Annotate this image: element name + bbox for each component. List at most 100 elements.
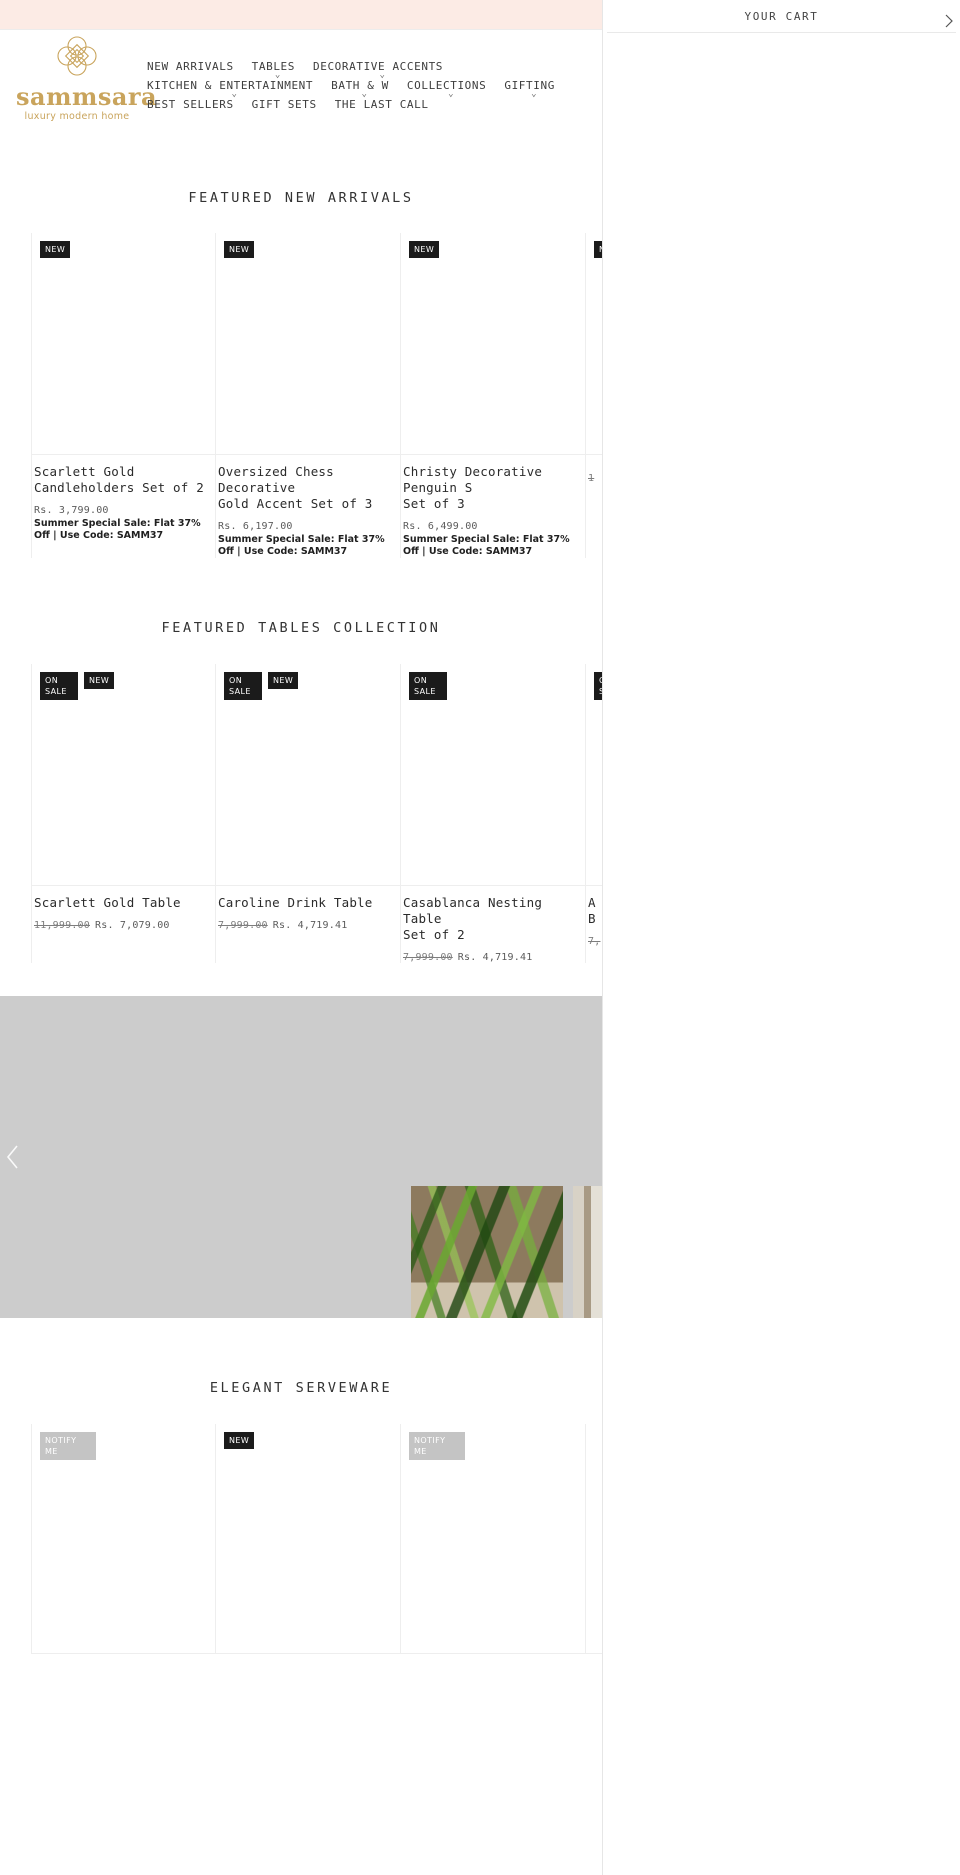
section-featured-tables-collection: FEATURED TABLES COLLECTION ON SALE NEW S… <box>0 620 771 963</box>
product-price: 11,999.00 Rs. 7,079.00 <box>34 920 213 931</box>
badge-new: NEW <box>84 672 115 689</box>
product-info: Caroline Drink Table 7,999.00 Rs. 4,719.4… <box>216 886 400 931</box>
nav-row: NEW ARRIVALS TABLES ⌄ DECORATIVE ACCENTS ⌄… <box>147 57 617 114</box>
product-card[interactable]: NOTIFY ME <box>401 1424 586 1654</box>
product-card[interactable]: NEW <box>216 1424 401 1654</box>
cart-close-button[interactable] <box>944 14 954 31</box>
chevron-left-icon <box>6 1145 18 1169</box>
badge-group: NEW <box>40 241 71 258</box>
nav-label: THE LAST CALL <box>334 98 429 111</box>
nav-item-kitchen-entertainment[interactable]: KITCHEN & ENTERTAINMENT ⌄ <box>147 76 322 99</box>
brand-logo-link[interactable]: sammsara luxury modern home <box>16 34 158 122</box>
section-featured-new-arrivals: FEATURED NEW ARRIVALS NEW Scarlett Gold … <box>0 190 771 558</box>
product-card[interactable]: ON SALE NEW Scarlett Gold Table 11,999.0… <box>31 664 216 963</box>
product-promo: Summer Special Sale: Flat 37% Off | Use … <box>34 518 201 541</box>
badge-new: NEW <box>224 241 255 258</box>
brand-wordmark: sammsara <box>16 82 158 111</box>
product-compare-price: 1 <box>588 473 595 484</box>
product-title[interactable]: Casablanca Nesting Table Set of 2 <box>403 895 583 943</box>
badge-notify-me: NOTIFY ME <box>409 1432 465 1460</box>
product-price: 7,999.00 Rs. 4,719.41 <box>403 952 583 963</box>
nav-label: DECORATIVE ACCENTS <box>313 60 444 73</box>
nav-item-best-sellers[interactable]: BEST SELLERS <box>147 95 243 114</box>
badge-group: NEW <box>224 241 255 258</box>
product-image[interactable]: ON SALE <box>401 664 585 886</box>
product-image[interactable]: ON SALE NEW <box>32 664 215 886</box>
promo-carousel[interactable] <box>0 996 602 1318</box>
product-price: Rs. 3,799.00 <box>34 505 109 516</box>
chevron-right-icon <box>945 14 953 28</box>
nav-label: NEW ARRIVALS <box>147 60 234 73</box>
badge-group: NOTIFY ME <box>40 1432 96 1460</box>
nav-item-the-last-call[interactable]: THE LAST CALL <box>335 95 438 114</box>
badge-group: NOTIFY ME <box>409 1432 465 1460</box>
nav-item-decorative-accents[interactable]: DECORATIVE ACCENTS ⌄ <box>313 57 452 80</box>
badge-new: NEW <box>268 672 299 689</box>
product-compare-price: 11,999.00 <box>34 920 90 931</box>
nav-label: GIFTING <box>504 79 555 92</box>
product-info: Scarlett Gold Table 11,999.00 Rs. 7,079.0… <box>32 886 215 931</box>
product-image[interactable]: NOTIFY ME <box>401 1424 585 1654</box>
product-title[interactable]: Christy Decorative Penguin S Set of 3 <box>403 464 583 512</box>
nav-label: BEST SELLERS <box>147 98 234 111</box>
cart-header: YOUR CART <box>603 0 960 32</box>
product-image[interactable]: NEW <box>401 233 585 455</box>
product-card[interactable]: NOTIFY ME <box>31 1424 216 1654</box>
product-card[interactable]: NEW Oversized Chess Decorative Gold Acce… <box>216 233 401 558</box>
cart-drawer: YOUR CART <box>602 0 960 1875</box>
section-title: FEATURED TABLES COLLECTION <box>161 620 441 636</box>
palm-fronds-image <box>411 1186 563 1318</box>
chevron-down-icon: ⌄ <box>531 89 538 99</box>
nav-item-gift-sets[interactable]: GIFT SETS <box>252 95 326 114</box>
badge-group: ON SALE NEW <box>224 672 299 700</box>
product-compare-price: 7,999.00 <box>403 952 453 963</box>
product-promo: Summer Special Sale: Flat 37% Off | Use … <box>403 534 570 557</box>
product-image[interactable]: ON SALE NEW <box>216 664 400 886</box>
product-sale-price: Rs. 4,719.41 <box>457 952 533 963</box>
nav-item-tables[interactable]: TABLES ⌄ <box>251 57 304 80</box>
product-info: Scarlett Gold Candleholders Set of 2 Rs.… <box>32 455 215 542</box>
badge-new: NEW <box>409 241 440 258</box>
product-info: Oversized Chess Decorative Gold Accent S… <box>216 455 400 558</box>
product-card[interactable]: NEW Scarlett Gold Candleholders Set of 2… <box>31 233 216 558</box>
nav-item-collections[interactable]: COLLECTIONS ⌄ <box>406 76 495 99</box>
section-title: FEATURED NEW ARRIVALS <box>188 190 414 206</box>
section-title: ELEGANT SERVEWARE <box>209 1380 393 1396</box>
carousel-prev-button[interactable] <box>2 1142 24 1172</box>
section-elegant-serveware: ELEGANT SERVEWARE NOTIFY ME NEW NOTIFY M… <box>0 1380 771 1654</box>
product-sale-price: Rs. 7,079.00 <box>95 920 170 931</box>
cart-title: YOUR CART <box>744 9 819 23</box>
nav-item-new-arrivals[interactable]: NEW ARRIVALS <box>147 57 243 76</box>
cart-divider <box>607 32 956 33</box>
product-title[interactable]: Caroline Drink Table <box>218 895 398 911</box>
nav-item-bath-wellness[interactable]: BATH & W ⌄ <box>331 76 398 99</box>
product-card[interactable]: ON SALE Casablanca Nesting Table Set of … <box>401 664 586 963</box>
product-image[interactable]: NOTIFY ME <box>32 1424 215 1654</box>
product-title[interactable]: Scarlett Gold Table <box>34 895 213 911</box>
product-image[interactable]: NEW <box>32 233 215 455</box>
product-compare-price: 7,999.00 <box>218 920 268 931</box>
product-price: Rs. 6,197.00 <box>218 521 293 532</box>
product-title[interactable]: Oversized Chess Decorative Gold Accent S… <box>218 464 398 512</box>
chevron-down-icon: ⌄ <box>448 89 455 99</box>
nav-item-gifting[interactable]: GIFTING ⌄ <box>504 76 564 99</box>
badge-group: ON SALE NEW <box>40 672 115 700</box>
product-promo: Summer Special Sale: Flat 37% Off | Use … <box>218 534 385 557</box>
badge-group: NEW <box>409 241 440 258</box>
badge-on-sale: ON SALE <box>224 672 262 700</box>
nav-label: COLLECTIONS <box>406 79 487 92</box>
nav-label: KITCHEN & ENTERTAINMENT <box>147 79 314 92</box>
main-navigation: NEW ARRIVALS TABLES ⌄ DECORATIVE ACCENTS ⌄… <box>147 57 617 114</box>
carousel-slide-image-next <box>573 1186 602 1318</box>
quatrefoil-logo-icon <box>57 36 97 76</box>
carousel-slide-image <box>411 1186 563 1318</box>
product-card[interactable]: NEW Christy Decorative Penguin S Set of … <box>401 233 586 558</box>
product-card[interactable]: ON SALE NEW Caroline Drink Table 7,999.0… <box>216 664 401 963</box>
product-image[interactable]: NEW <box>216 233 400 455</box>
nav-label: TABLES <box>251 60 296 73</box>
product-image[interactable]: NEW <box>216 1424 400 1654</box>
product-info: Christy Decorative Penguin S Set of 3 Rs… <box>401 455 585 558</box>
badge-group: NEW <box>224 1432 255 1449</box>
product-title[interactable]: Scarlett Gold Candleholders Set of 2 <box>34 464 213 496</box>
announcement-bar <box>0 0 602 29</box>
